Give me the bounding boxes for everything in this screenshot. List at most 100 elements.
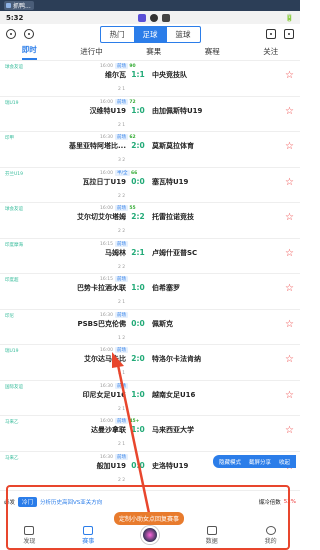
user-icon <box>265 525 276 535</box>
match-meta: 16:30 前场 62 <box>100 134 136 140</box>
score: 1:0 <box>131 425 145 434</box>
app-icon <box>6 3 11 8</box>
search-icon[interactable] <box>24 29 34 39</box>
league-label: 马来乙 <box>5 455 19 461</box>
nav-data[interactable]: 数据 <box>206 525 218 545</box>
star-icon[interactable]: ☆ <box>285 212 294 223</box>
nav-matches[interactable]: 赛事 <box>82 525 94 545</box>
stage-badge: 前场 <box>114 98 128 105</box>
away-team: 托雷拉诺竞技 <box>152 213 194 221</box>
score: 1:0 <box>131 283 145 292</box>
tab-results[interactable]: 赛果 <box>146 46 161 60</box>
away-team: 中央竞技队 <box>152 71 187 79</box>
live-minute: 90 <box>129 64 136 69</box>
nav-discover[interactable]: 发现 <box>23 525 35 545</box>
star-icon[interactable]: ☆ <box>285 106 294 117</box>
score: 2:0 <box>131 354 145 363</box>
league-label: 马来乙 <box>5 420 19 425</box>
live-minute: 45+ <box>129 419 140 424</box>
status-bar: 5:32 🔋 <box>0 11 300 24</box>
calendar-icon <box>83 525 94 535</box>
stage-badge: 前场 <box>114 418 128 424</box>
match-row[interactable]: 马来乙 16:00 前场 45+ 达曼沙拿联 1:0 马来西亚大学 2 1 ☆ <box>0 416 300 452</box>
away-team: 特洛尔卡法肯纳 <box>152 355 201 363</box>
stage-badge: 前场 <box>114 453 128 460</box>
star-icon[interactable]: ☆ <box>285 248 294 259</box>
live-minute: 55 <box>129 206 136 211</box>
score: 1:0 <box>131 105 145 115</box>
match-stats: 1 2 <box>118 335 126 341</box>
match-meta: 16:00 前场 90 <box>100 63 136 69</box>
vpn-icon <box>138 13 147 22</box>
home-team: 艾尔达马卡比 <box>84 355 126 363</box>
star-icon[interactable]: ☆ <box>285 425 294 436</box>
nav-center[interactable] <box>140 526 159 544</box>
match-meta: 16:15 前场 <box>100 240 128 247</box>
settings-icon[interactable] <box>6 29 16 39</box>
user-icon <box>150 13 159 22</box>
tab-basketball[interactable]: 篮球 <box>167 27 200 42</box>
app-tab[interactable]: 抓鸭... <box>4 1 34 10</box>
star-icon[interactable]: ☆ <box>285 177 294 188</box>
star-icon[interactable]: ☆ <box>285 390 294 401</box>
score: 1:0 <box>131 389 145 399</box>
stage-badge: 前场 <box>114 240 128 247</box>
home-team: 基里亚特阿塔比... <box>69 142 126 150</box>
edit-icon[interactable] <box>266 29 276 39</box>
match-meta: 16:00 半/全 66 <box>100 169 138 176</box>
tab-in-progress[interactable]: 进行中 <box>80 46 103 60</box>
match-row[interactable]: 瑞U19 16:00 前场 艾尔达马卡比 2:0 特洛尔卡法肯纳 2 1 ☆ <box>0 345 300 381</box>
match-row[interactable]: 球会友谊 16:00 前场 55 艾尔切艾尔塔姆 2:2 托雷拉诺竞技 2 2 ☆ <box>0 203 300 239</box>
star-icon[interactable]: ☆ <box>285 354 294 365</box>
star-icon[interactable]: ☆ <box>285 70 294 81</box>
match-row[interactable]: 印度超 16:15 前场 巴势卡拉酒水联 1:0 伯希塞罗 2 1 ☆ <box>0 274 300 310</box>
tab-schedule[interactable]: 赛程 <box>205 46 220 60</box>
stage-badge: 前场 <box>114 347 128 353</box>
away-team: 莫斯莫拉体育 <box>152 142 194 150</box>
collapse-button[interactable]: 收起 <box>279 458 290 466</box>
avatar <box>140 526 159 544</box>
tab-football[interactable]: 足球 <box>133 26 167 42</box>
stage-badge: 前场 <box>114 205 128 211</box>
match-stats: 3 2 <box>118 158 126 163</box>
match-row[interactable]: 瑞U19 16:00 前场 72 汉维特U19 1:0 由加佩斯特U19 2 1 … <box>0 97 300 132</box>
league-label: 印度超 <box>5 278 19 283</box>
battery-icon: 🔋 <box>285 13 294 22</box>
match-row[interactable]: 国际友谊 16:30 前场 印尼女足U16 1:0 越南女足U16 2 1 ☆ <box>0 381 300 416</box>
score: 0:0 <box>131 460 145 470</box>
clock: 5:32 <box>6 13 24 22</box>
match-stats: 2 2 <box>118 193 126 199</box>
stage-badge: 前场 <box>114 382 128 389</box>
star-icon[interactable]: ☆ <box>285 319 294 330</box>
league-label: 国际友谊 <box>5 384 23 390</box>
ticker-text[interactable]: 分析历史高回VS亚关方向 <box>40 498 102 506</box>
match-row[interactable]: 印尼 16:30 前场 PSBS巴克伦佛 0:0 佩斯克 1 2 ☆ <box>0 310 300 345</box>
league-label: 球会友谊 <box>5 65 23 70</box>
nav-me[interactable]: 我的 <box>265 525 277 545</box>
league-label: 印度摩海 <box>5 242 23 248</box>
system-app-strip: 抓鸭... <box>0 0 300 11</box>
match-row[interactable]: 印甲 16:30 前场 62 基里亚特阿塔比... 2:0 莫斯莫拉体育 3 2 … <box>0 132 300 168</box>
calendar-icon[interactable] <box>284 29 294 39</box>
hide-mode-button[interactable]: 隐藏模式 <box>219 458 241 466</box>
ticker-left-label: 必发 <box>4 499 16 506</box>
match-meta: 16:00 前场 <box>100 347 128 353</box>
match-row[interactable]: 印度摩海 16:15 前场 马姆林 2:1 卢姆什亚普SC 2 2 ☆ <box>0 239 300 274</box>
live-minute: 72 <box>129 99 136 105</box>
sport-tabs: 热门 足球 篮球 <box>99 25 201 43</box>
match-meta: 16:30 前场 <box>100 311 128 318</box>
match-stats: 2 2 <box>118 477 126 483</box>
home-team: 巴势卡拉酒水联 <box>77 284 126 292</box>
star-icon[interactable]: ☆ <box>285 283 294 294</box>
ticker-bar[interactable]: 必发 冷门 分析历史高回VS亚关方向 爆冷倍数 52% <box>0 490 300 512</box>
tab-hot[interactable]: 热门 <box>101 27 134 42</box>
live-minute: 62 <box>129 135 136 140</box>
tab-follow[interactable]: 关注 <box>263 46 278 60</box>
tab-instant[interactable]: 即时 <box>21 44 37 60</box>
home-team: PSBS巴克伦佛 <box>77 319 126 328</box>
screenshot-share-button[interactable]: 截屏分享 <box>249 458 271 466</box>
score: 0:0 <box>131 176 145 186</box>
match-row[interactable]: 芬兰U19 16:00 半/全 66 瓦拉日丁U19 0:0 塞瓦特U19 2 2… <box>0 168 300 203</box>
match-row[interactable]: 球会友谊 16:00 前场 90 维尔瓦 1:1 中央竞技队 2 1 ☆ <box>0 61 300 97</box>
star-icon[interactable]: ☆ <box>285 141 294 152</box>
